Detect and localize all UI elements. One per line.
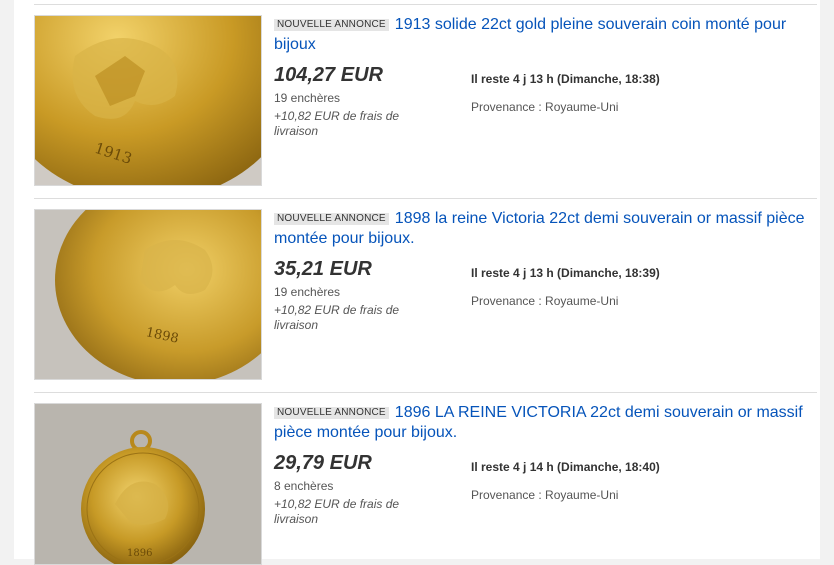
new-listing-badge: NOUVELLE ANNONCE xyxy=(274,407,389,419)
listing-item: 1913 NOUVELLE ANNONCE 1913 solide 22ct go… xyxy=(34,5,817,199)
gold-coin-image: 1913 xyxy=(35,16,261,185)
time-left: Il reste 4 j 13 h (Dimanche, 18:38) xyxy=(471,72,660,86)
item-origin: Provenance : Royaume-Uni xyxy=(471,100,619,114)
new-listing-badge: NOUVELLE ANNONCE xyxy=(274,19,389,31)
listing-price: 29,79 EUR xyxy=(274,452,372,474)
time-left: Il reste 4 j 13 h (Dimanche, 18:39) xyxy=(471,266,660,280)
listing-image[interactable]: 1913 xyxy=(34,15,262,186)
listing-item: 1896 NOUVELLE ANNONCE 1896 LA REINE VICTO… xyxy=(34,393,817,565)
item-origin: Provenance : Royaume-Uni xyxy=(471,488,619,502)
listing-info: NOUVELLE ANNONCE 1898 la reine Victoria 2… xyxy=(274,209,809,332)
coin-year: 1896 xyxy=(127,548,152,559)
listing-image[interactable]: 1896 xyxy=(34,403,262,565)
shipping-cost: +10,82 EUR de frais de livraison xyxy=(274,109,400,138)
listing-price: 104,27 EUR xyxy=(274,64,383,86)
shipping-cost: +10,82 EUR de frais de livraison xyxy=(274,303,400,332)
listing-item: 1898 NOUVELLE ANNONCE 1898 la reine Victo… xyxy=(34,199,817,393)
gold-coin-image: 1896 xyxy=(35,404,261,564)
bid-count: 8 enchères xyxy=(274,479,334,493)
listing-info: NOUVELLE ANNONCE 1913 solide 22ct gold pl… xyxy=(274,15,809,138)
search-results-page: 1913 NOUVELLE ANNONCE 1913 solide 22ct go… xyxy=(14,0,820,565)
shipping-cost: +10,82 EUR de frais de livraison xyxy=(274,497,400,526)
listing-info: NOUVELLE ANNONCE 1896 LA REINE VICTORIA 2… xyxy=(274,403,809,526)
bid-count: 19 enchères xyxy=(274,91,341,105)
bid-count: 19 enchères xyxy=(274,285,341,299)
listing-price: 35,21 EUR xyxy=(274,258,372,280)
gold-coin-image: 1898 xyxy=(35,210,261,379)
time-left: Il reste 4 j 14 h (Dimanche, 18:40) xyxy=(471,460,660,474)
new-listing-badge: NOUVELLE ANNONCE xyxy=(274,213,389,225)
item-origin: Provenance : Royaume-Uni xyxy=(471,294,619,308)
listing-image[interactable]: 1898 xyxy=(34,209,262,380)
